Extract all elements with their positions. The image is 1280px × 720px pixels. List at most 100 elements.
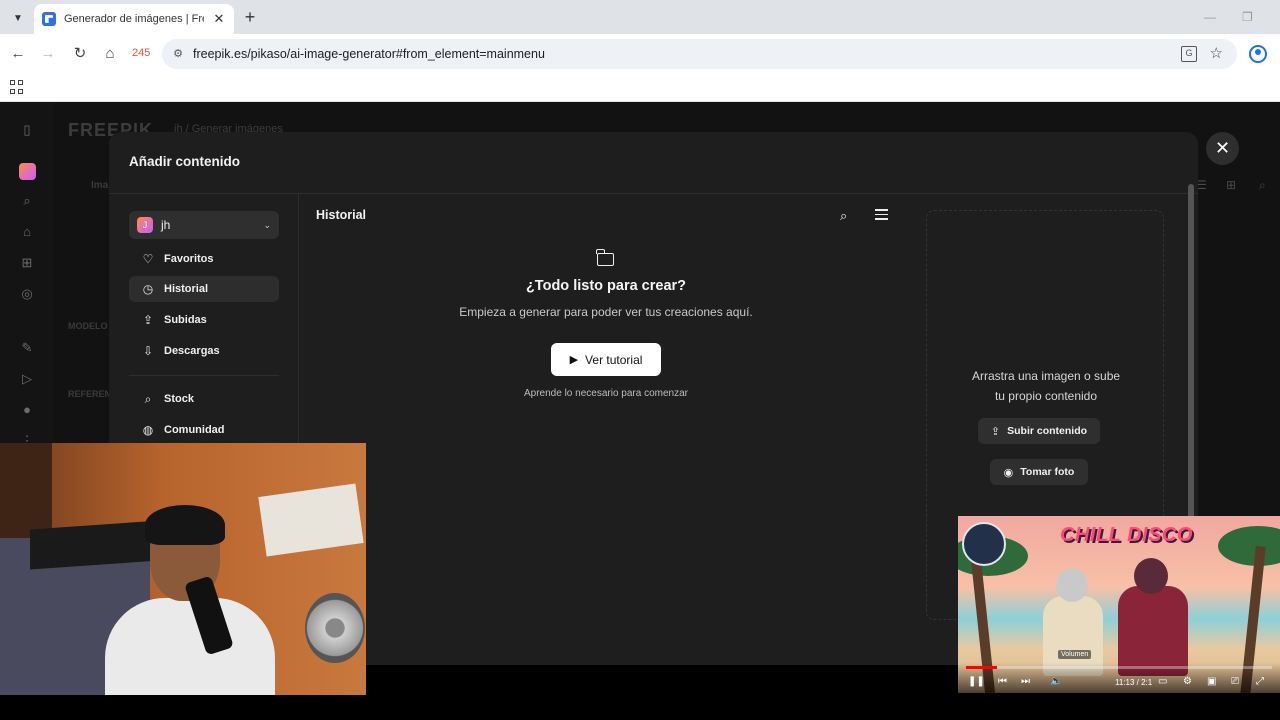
rail-grid-icon[interactable]: ⊞	[19, 255, 35, 271]
cast-icon[interactable]: ⎚	[1231, 676, 1239, 687]
sidebar-item-descargas[interactable]: ⇩ Descargas	[129, 338, 279, 364]
player-time: 11:13 / 2:1	[1115, 678, 1153, 687]
search-icon: ⌕	[144, 392, 152, 406]
bg-model-label: MODELO	[68, 321, 108, 331]
rail-video-icon[interactable]: ▷	[19, 371, 35, 387]
sidebar-toggle-icon[interactable]: ▯	[19, 122, 35, 138]
dropzone-text-line1: Arrastra una imagen o sube	[971, 369, 1121, 383]
profile-icon[interactable]	[1249, 45, 1267, 63]
tutorial-hint: Aprende lo necesario para comenzar	[524, 388, 688, 399]
bg-image-tab: Ima	[91, 180, 109, 191]
restore-icon[interactable]: ❐	[1242, 10, 1253, 24]
bg-search-icon: ⌕	[1259, 178, 1266, 192]
sidebar-item-label: Comunidad	[164, 424, 225, 436]
dropzone-text: Arrastra una imagen o sube tu propio con…	[927, 366, 1165, 406]
bg-grid-icon: ⊞	[1226, 178, 1237, 192]
rail-home-icon[interactable]: ⌂	[19, 224, 35, 240]
previous-icon[interactable]: ⏮	[998, 676, 1007, 687]
back-arrow-icon[interactable]: ←	[8, 44, 28, 64]
camera-icon: ◉	[1003, 466, 1014, 479]
minimize-icon[interactable]: —	[1204, 10, 1216, 24]
helmet-dark	[1134, 558, 1168, 594]
webcam-fan	[305, 593, 365, 663]
rail-search-icon[interactable]: ⌕	[19, 193, 35, 209]
sidebar-item-label: Stock	[164, 393, 194, 405]
workspace-name: jh	[161, 218, 171, 232]
volume-icon[interactable]: 🔈	[1050, 676, 1062, 687]
video-title-art: CHILL DISCO	[1060, 524, 1193, 546]
webcam-overlay	[0, 443, 366, 695]
chevron-down-icon: ⌄	[263, 219, 271, 230]
sidebar-item-label: Subidas	[164, 314, 207, 326]
browser-toolbar: ← → ↻ ⌂ 245 ⚙ freepik.es/pikaso/ai-image…	[0, 34, 1280, 74]
globe-icon: ◍	[142, 423, 154, 437]
sidebar-item-comunidad[interactable]: ◍ Comunidad	[129, 417, 279, 443]
forward-arrow-icon[interactable]: →	[38, 44, 58, 64]
music-video-pip[interactable]: CHILL DISCO Volumen ❚❚ ⏮ ⏭ 🔈 11:13 / 2:1…	[958, 516, 1280, 693]
tab-close-icon[interactable]: ✕	[212, 11, 226, 27]
extension-badge[interactable]: 245	[132, 47, 150, 59]
heart-icon: ♡	[142, 252, 154, 266]
miniplayer-icon[interactable]: ▣	[1207, 676, 1216, 687]
workspace-select[interactable]: J jh ⌄	[129, 211, 279, 239]
tab-strip: ▼ Generador de imágenes | Freepik ✕ + — …	[0, 0, 1280, 34]
sidebar-item-label: Favoritos	[164, 253, 214, 265]
sidebar-item-subidas[interactable]: ⇪ Subidas	[129, 307, 279, 333]
sidebar-item-favoritos[interactable]: ♡ Favoritos	[129, 246, 279, 272]
bookmarks-bar	[0, 74, 1280, 102]
bookmark-star-icon[interactable]: ☆	[1210, 44, 1223, 62]
rail-globe-icon[interactable]: ◎	[19, 286, 35, 302]
sidebar-item-stock[interactable]: ⌕ Stock	[129, 386, 279, 412]
freepik-favicon-icon	[42, 12, 56, 26]
sidebar-item-label: Descargas	[164, 345, 220, 357]
sidebar-divider	[129, 375, 279, 376]
sidebar-item-historial[interactable]: ◷ Historial	[129, 276, 279, 302]
upload-icon: ⇪	[990, 425, 1001, 438]
browser-tab[interactable]: Generador de imágenes | Freepik ✕	[34, 4, 234, 34]
modal-title: Añadir contenido	[129, 154, 240, 169]
filter-sliders-icon[interactable]	[875, 209, 888, 221]
close-modal-button[interactable]: ✕	[1206, 132, 1239, 165]
fullscreen-icon[interactable]: ⤢	[1256, 676, 1264, 687]
apps-grid-icon[interactable]	[10, 80, 24, 94]
address-bar[interactable]: ⚙ freepik.es/pikaso/ai-image-generator#f…	[162, 39, 1237, 69]
photo-button-label: Tomar foto	[1020, 466, 1075, 478]
download-icon: ⇩	[142, 344, 154, 358]
captions-icon[interactable]: ▭	[1158, 676, 1167, 687]
rail-brush-icon[interactable]: ✎	[19, 340, 35, 356]
reload-icon[interactable]: ↻	[70, 44, 90, 64]
pause-icon[interactable]: ❚❚	[968, 676, 985, 687]
play-icon: ▶	[569, 354, 579, 366]
site-settings-icon[interactable]: ⚙	[170, 46, 186, 62]
helmet-silver	[1056, 568, 1088, 602]
player-progress-bar[interactable]	[966, 666, 1272, 669]
content-search-icon[interactable]: ⌕	[840, 208, 847, 224]
rail-mic-icon[interactable]: ●	[19, 402, 35, 418]
upload-content-button[interactable]: ⇪ Subir contenido	[978, 418, 1100, 444]
modal-scrollbar[interactable]	[1188, 184, 1194, 524]
palm-leaves-right	[1218, 526, 1280, 566]
empty-state-title: ¿Todo listo para crear?	[525, 278, 687, 294]
url-text[interactable]: freepik.es/pikaso/ai-image-generator#fro…	[193, 47, 545, 61]
channel-avatar-icon[interactable]	[962, 522, 1006, 566]
folder-icon	[596, 249, 614, 266]
settings-gear-icon[interactable]: ⚙	[1183, 676, 1192, 687]
webcam-person-body	[105, 598, 275, 695]
workspace-avatar[interactable]	[19, 163, 36, 180]
dropzone-text-line2: tu propio contenido	[994, 389, 1098, 403]
tab-search-chevron-icon[interactable]: ▼	[8, 8, 28, 28]
empty-state-subtitle: Empieza a generar para poder ver tus cre…	[459, 305, 753, 319]
new-tab-icon[interactable]: +	[240, 7, 260, 28]
watch-tutorial-button[interactable]: ▶ Ver tutorial	[551, 343, 661, 376]
volume-tooltip: Volumen	[1058, 650, 1092, 659]
next-icon[interactable]: ⏭	[1021, 676, 1030, 687]
take-photo-button[interactable]: ◉ Tomar foto	[990, 459, 1088, 485]
upload-icon: ⇪	[142, 313, 154, 327]
upload-button-label: Subir contenido	[1007, 425, 1088, 437]
content-title: Historial	[316, 208, 367, 222]
home-icon[interactable]: ⌂	[100, 44, 120, 64]
tab-title: Generador de imágenes | Freepik	[64, 13, 204, 25]
translate-icon[interactable]: G	[1181, 46, 1197, 62]
sidebar-item-label: Historial	[164, 283, 209, 295]
workspace-avatar-icon: J	[137, 217, 153, 233]
